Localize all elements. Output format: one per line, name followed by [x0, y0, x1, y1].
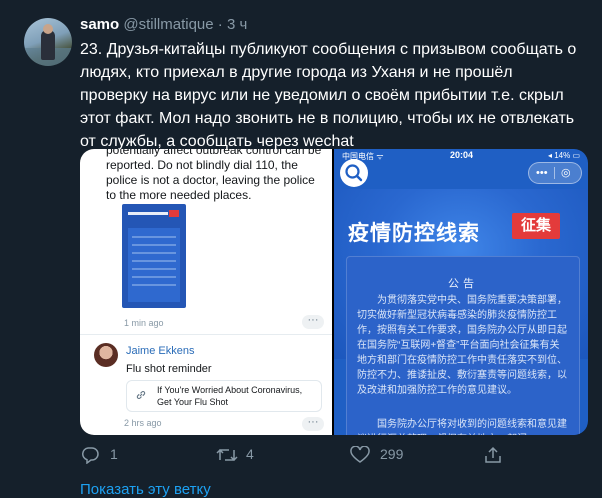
clock: 20:04 — [450, 150, 474, 160]
miniapp-menu-pill: ••• ◎ — [528, 162, 582, 184]
poster-badge — [169, 210, 179, 217]
notice-panel: 公告 为贯彻落实党中央、国务院重要决策部署，切实做好新型冠状病毒感染的肺炎疫情防… — [346, 256, 580, 435]
poster-title-bar — [128, 212, 168, 215]
poster-line — [132, 260, 176, 262]
like-button[interactable]: 299 — [350, 444, 430, 466]
notice-body-continued: 国务院办公厅将对收到的问题线索和意见建议进行汇总整理，督促有关地方、部门 — [357, 419, 567, 435]
reply-button[interactable]: 1 — [80, 444, 140, 466]
screenshot-text: potentially affect outbreak control can … — [106, 149, 322, 202]
link-icon — [135, 389, 147, 404]
poster-line — [132, 268, 176, 270]
poster-line — [132, 236, 176, 238]
media-grid: potentially affect outbreak control can … — [80, 149, 588, 435]
link-title: If You're Worried About Coronavirus, Get… — [157, 385, 303, 407]
post-user-name: Jaime Ekkens — [126, 345, 195, 357]
divider — [80, 334, 332, 335]
avatar — [94, 343, 118, 367]
action-bar: 1 4 299 — [80, 444, 520, 466]
avatar[interactable] — [24, 18, 72, 66]
retweet-button[interactable]: 4 — [216, 444, 276, 466]
heart-icon — [350, 445, 370, 467]
poster-line — [132, 252, 176, 254]
banner-title: 疫情防控线索 — [348, 222, 480, 245]
more-button[interactable]: ··· — [302, 417, 324, 431]
tweet[interactable]: samo @stillmatique · 3 ч 23. Друзья-кита… — [0, 0, 602, 498]
poster-line — [132, 276, 176, 278]
tweet-header: samo @stillmatique · 3 ч — [80, 16, 247, 33]
pill-separator — [554, 167, 555, 179]
separator-dot: · — [217, 16, 223, 33]
link-card: If You're Worried About Coronavirus, Get… — [126, 380, 322, 412]
like-count: 299 — [380, 446, 404, 462]
share-icon — [484, 446, 502, 467]
show-thread-link[interactable]: Показать эту ветку — [80, 481, 211, 498]
poster-line — [132, 284, 176, 286]
retweet-icon — [216, 446, 238, 467]
media-image-left[interactable]: potentially affect outbreak control can … — [80, 149, 332, 435]
retweet-count: 4 — [246, 446, 254, 462]
close-circle-icon: ◎ — [561, 167, 571, 179]
phone-status-bar: 中国电信 ᯤ 20:04 ◂ 14% ▭ — [334, 149, 588, 163]
more-dots-icon: ••• — [536, 167, 548, 179]
poster-body — [128, 228, 180, 302]
tweet-text: 23. Друзья-китайцы публикуют сообщения с… — [80, 41, 577, 150]
banner-badge: 征集 — [512, 213, 560, 239]
notice-body: 为贯彻落实党中央、国务院重要决策部署，切实做好新型冠状病毒感染的肺炎疫情防控工作… — [357, 295, 567, 396]
tweet-time[interactable]: 3 ч — [227, 16, 247, 33]
more-button[interactable]: ··· — [302, 315, 324, 329]
avatar-figure — [41, 30, 55, 60]
battery-indicator: ◂ 14% ▭ — [547, 151, 580, 160]
poster-thumbnail — [122, 204, 186, 308]
notice-title: 公告 — [448, 278, 478, 290]
user-handle[interactable]: @stillmatique — [123, 16, 213, 33]
reply-icon — [80, 446, 100, 467]
post-time: 1 min ago — [124, 318, 164, 328]
search-icon — [340, 159, 368, 187]
user-name[interactable]: samo — [80, 16, 119, 33]
post-body: Flu shot reminder — [126, 363, 212, 375]
avatar-head — [43, 24, 53, 34]
share-button[interactable] — [484, 444, 514, 466]
poster-line — [132, 244, 176, 246]
media-image-right[interactable]: 中国电信 ᯤ 20:04 ◂ 14% ▭ ••• ◎ 疫情防控线索 征集 公告 … — [334, 149, 588, 435]
post-time: 2 hrs ago — [124, 418, 162, 428]
reply-count: 1 — [110, 446, 118, 462]
